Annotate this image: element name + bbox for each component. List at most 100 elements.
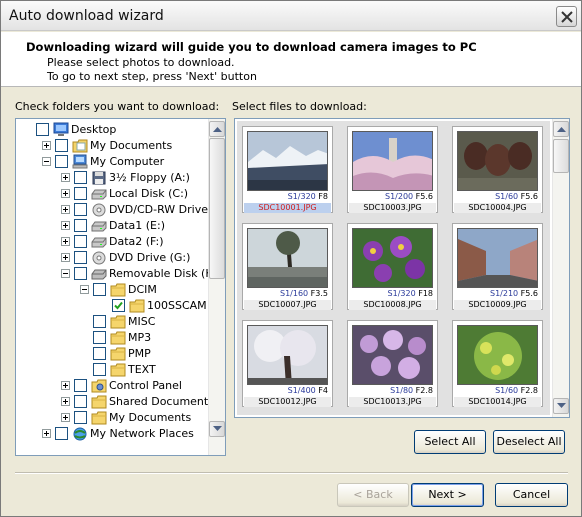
photo-preview [457,228,538,288]
folder-tree-item[interactable]: My Documents [16,410,206,426]
folder-checkbox[interactable] [93,347,106,360]
folder-tree-item[interactable]: 3½ Floppy (A:) [16,170,206,186]
folder-checkbox[interactable] [112,299,125,312]
expand-icon[interactable] [61,205,70,214]
folder-tree-item[interactable]: DVD/CD-RW Drive (D:) [16,202,225,218]
photo-preview [352,131,433,191]
select-all-button[interactable]: Select All [414,430,486,454]
footer-divider [15,472,568,474]
folder-icon [91,410,107,425]
folder-checkbox[interactable] [93,363,106,376]
wizard-header: Downloading wizard will guide you to dow… [1,32,581,87]
collapse-icon[interactable] [42,157,51,166]
files-scroll-thumb[interactable] [553,139,569,173]
folder-checkbox[interactable] [74,171,87,184]
file-name: SDC10007.JPG [244,300,331,310]
files-scrollbar[interactable] [552,119,569,417]
collapse-icon[interactable] [61,269,70,278]
thumbnail-card[interactable]: S1/80 F2.8 SDC10013.JPG [347,320,438,407]
expand-icon[interactable] [42,141,51,150]
files-scroll-up-button[interactable] [553,121,569,137]
shutter-speed: S1/160 [279,289,309,298]
expand-icon[interactable] [61,189,70,198]
folder-tree-item[interactable]: Desktop [16,122,206,138]
scroll-up-button[interactable] [209,121,225,137]
title-bar[interactable]: Auto download wizard [1,1,581,31]
folder-tree-item-label: Local Disk (C:) [109,187,189,200]
folder-checkbox[interactable] [55,139,68,152]
thumbnail-card[interactable]: S1/210 F5.6 SDC10009.JPG [452,223,543,310]
expand-icon[interactable] [61,237,70,246]
next-button[interactable]: Next > [411,483,484,507]
folder-checkbox[interactable] [93,315,106,328]
expand-icon[interactable] [61,397,70,406]
folder-tree-item[interactable]: Shared Documents [16,394,214,410]
exposure-info: S1/60 F2.8 [495,386,538,395]
folder-checkbox[interactable] [93,283,106,296]
folder-tree-item[interactable]: TEXT [16,362,206,378]
folder-checkbox[interactable] [74,251,87,264]
wizard-instruction-2: To go to next step, press 'Next' button [47,70,257,83]
folder-tree-item[interactable]: Data1 (E:) [16,218,206,234]
exposure-info: S1/60 F5.6 [495,192,538,201]
thumbnail-card[interactable]: S1/400 F4 SDC10012.JPG [242,320,333,407]
aperture: F2.8 [518,386,538,395]
folder-checkbox[interactable] [74,379,87,392]
folder-tree-item[interactable]: 100SSCAM [16,298,207,314]
arrow-up-icon [557,127,566,132]
thumbnail-card[interactable]: S1/60 F2.8 SDC10014.JPG [452,320,543,407]
folder-tree-item[interactable]: Control Panel [16,378,206,394]
folder-tree-item[interactable]: DVD Drive (G:) [16,250,206,266]
thumbnail-card[interactable]: S1/320 F8 SDC10001.JPG [242,126,333,213]
folder-checkbox[interactable] [55,155,68,168]
deselect-all-button[interactable]: Deselect All [493,430,565,454]
folder-tree-item-label: MP3 [128,331,152,344]
folder-tree-item[interactable]: My Documents [16,138,206,154]
folder-tree-scrollbar[interactable] [208,119,225,455]
close-button[interactable] [556,6,577,27]
expand-icon[interactable] [61,173,70,182]
thumbnail-card[interactable]: S1/160 F3.5 SDC10007.JPG [242,223,333,310]
back-button[interactable]: < Back [337,483,409,507]
folder-checkbox[interactable] [74,219,87,232]
folder-tree-item[interactable]: MP3 [16,330,206,346]
hard-disk-icon [91,218,107,233]
folder-checkbox[interactable] [55,427,68,440]
thumbnail-card[interactable]: S1/60 F5.6 SDC10004.JPG [452,126,543,213]
file-thumbnails-panel[interactable]: S1/320 F8 SDC10001.JPG S1/200 F5.6 SDC10003… [234,118,570,418]
files-scroll-down-button[interactable] [553,398,569,414]
collapse-icon[interactable] [80,285,89,294]
scroll-down-button[interactable] [209,421,225,437]
thumbnail-card[interactable]: S1/320 F18 SDC10008.JPG [347,223,438,310]
folder-checkbox[interactable] [74,395,87,408]
folder-tree-item[interactable]: My Computer [16,154,206,170]
cancel-button[interactable]: Cancel [495,483,568,507]
exposure-info: S1/210 F5.6 [490,289,538,298]
folder-checkbox[interactable] [74,203,87,216]
folder-tree-item[interactable]: My Network Places [16,426,206,442]
folder-checkbox[interactable] [74,187,87,200]
folder-tree[interactable]: Desktop My Documents My Computer 3½ Floppy … [15,118,226,456]
folder-tree-item[interactable]: PMP [16,346,206,362]
thumbnail-card[interactable]: S1/200 F5.6 SDC10003.JPG [347,126,438,213]
folder-checkbox[interactable] [74,267,87,280]
expand-icon[interactable] [61,253,70,262]
folder-tree-item[interactable]: Removable Disk (K:) [16,266,221,282]
file-name: SDC10003.JPG [349,203,436,213]
expand-icon[interactable] [61,381,70,390]
folder-tree-item-label: Data1 (E:) [109,219,165,232]
expand-icon[interactable] [42,429,51,438]
arrow-down-icon [557,403,566,408]
files-label: Select files to download: [232,100,367,113]
expand-icon[interactable] [61,413,70,422]
folder-checkbox[interactable] [36,123,49,136]
scroll-thumb[interactable] [209,138,225,279]
folder-tree-item[interactable]: Data2 (F:) [16,234,206,250]
folder-tree-item[interactable]: Local Disk (C:) [16,186,206,202]
folder-checkbox[interactable] [93,331,106,344]
folder-checkbox[interactable] [74,235,87,248]
folder-tree-item[interactable]: DCIM [16,282,206,298]
folder-tree-item[interactable]: MISC [16,314,206,330]
folder-checkbox[interactable] [74,411,87,424]
expand-icon[interactable] [61,221,70,230]
